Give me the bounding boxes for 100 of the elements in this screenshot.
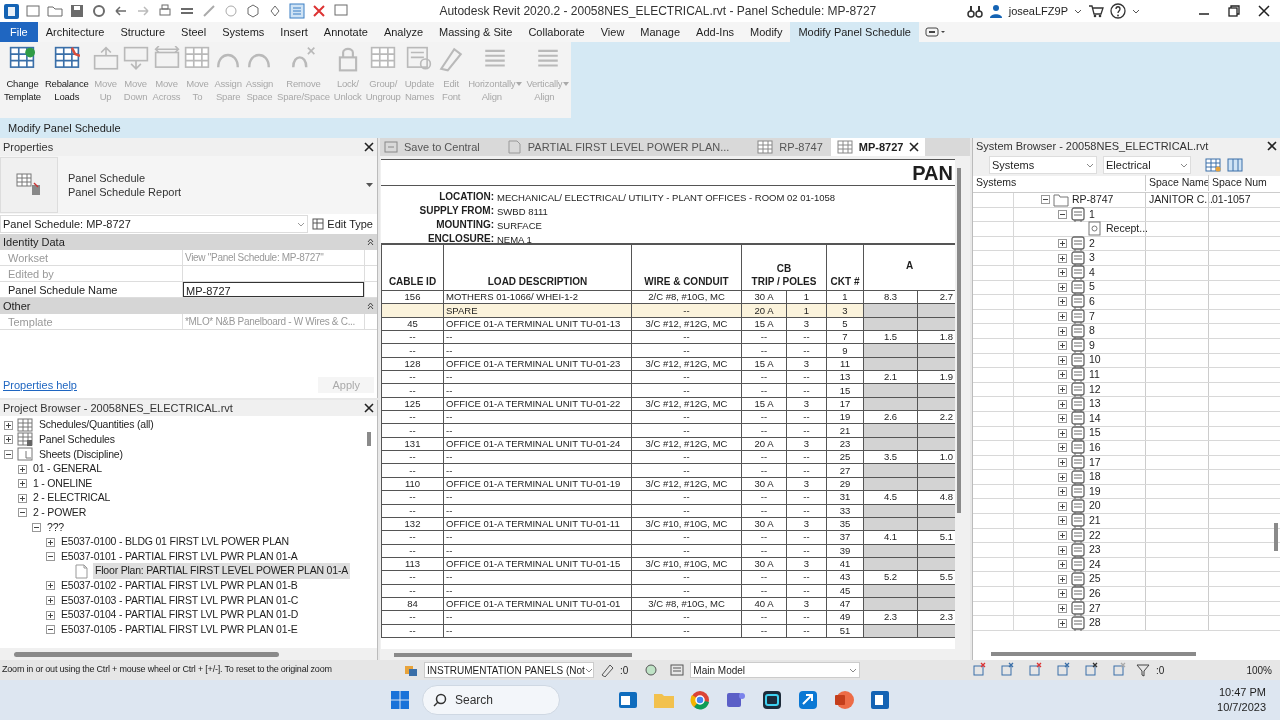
arrow-app-icon[interactable] [797, 689, 819, 711]
plus-box-icon[interactable] [1058, 370, 1067, 380]
ribbon-tab[interactable]: Insert [272, 22, 316, 42]
tree-item[interactable]: 10 [1089, 352, 1101, 369]
document-tab[interactable]: RP-8747 [751, 138, 829, 156]
tree-item[interactable]: 2 [1089, 235, 1095, 252]
collapse-icon[interactable] [367, 302, 374, 310]
filter-icon[interactable] [1136, 663, 1151, 677]
tree-item[interactable]: 23 [1089, 542, 1101, 558]
tree-item[interactable]: 11 [1089, 367, 1100, 383]
tree-item[interactable]: E5037-0102 - PARTIAL FIRST LVL PWR PLAN 01-B [59, 577, 300, 594]
scrollbar[interactable] [367, 432, 371, 446]
workset-dropdown[interactable]: INSTRUMENTATION PANELS (Not [424, 662, 594, 678]
tree-item[interactable]: 2 - ELECTRICAL [31, 490, 113, 507]
plus-box-icon[interactable] [1058, 560, 1067, 570]
plus-box-icon[interactable] [18, 464, 27, 474]
tree-item[interactable]: 24 [1089, 556, 1101, 573]
tree-item[interactable]: E5037-0100 - BLDG 01 FIRST LVL POWER PLAN [59, 534, 291, 550]
plus-box-icon[interactable] [46, 581, 55, 591]
tree-item[interactable]: 22 [1089, 527, 1101, 544]
close-icon[interactable] [364, 403, 374, 413]
column-header[interactable]: Systems [973, 175, 1145, 191]
tree-item[interactable]: 20 [1089, 498, 1101, 515]
envelope-app-icon[interactable] [617, 689, 639, 711]
ribbon-tab[interactable]: Systems [214, 22, 273, 42]
tree-item[interactable]: Floor Plan: PARTIAL FIRST LEVEL POWER PLAN 01-A [93, 563, 350, 580]
plus-box-icon[interactable] [1058, 355, 1067, 365]
tree-item[interactable]: 14 [1089, 410, 1101, 427]
scrollbar[interactable] [14, 651, 279, 657]
plus-box-icon[interactable] [1058, 458, 1067, 467]
minus-box-icon[interactable] [32, 522, 41, 532]
instance-dropdown[interactable]: Panel Schedule: MP-8727 [0, 215, 309, 233]
tree-item[interactable]: Schedules/Quantities (all) [37, 417, 156, 434]
input-field[interactable]: MP-8727 [183, 282, 364, 297]
plus-box-icon[interactable] [1058, 516, 1067, 526]
tree-item[interactable]: E5037-0105 - PARTIAL FIRST LVL PWR PLAN 01-E [59, 621, 300, 638]
plus-box-icon[interactable] [1058, 428, 1067, 438]
table-icon[interactable] [1205, 158, 1221, 172]
ribbon-tab[interactable]: Massing & Site [431, 22, 521, 42]
tree-item[interactable]: 19 [1089, 483, 1101, 500]
tree-item[interactable]: E5037-0103 - PARTIAL FIRST LVL PWR PLAN 01-C [59, 592, 301, 609]
tree-item[interactable]: 7 [1089, 308, 1095, 325]
tree-item[interactable]: 5 [1089, 279, 1095, 296]
tree-item[interactable]: ??? [45, 519, 66, 536]
tree-item[interactable]: 9 [1089, 337, 1095, 354]
caret-icon[interactable] [1132, 8, 1140, 14]
tree-item[interactable]: E5037-0104 - PARTIAL FIRST LVL PWR PLAN 01-D [59, 607, 301, 623]
restore-icon[interactable] [1228, 5, 1240, 17]
plus-box-icon[interactable] [1058, 326, 1067, 336]
plus-box-icon[interactable] [18, 493, 27, 503]
tree-item[interactable]: 26 [1089, 585, 1101, 602]
discipline-dropdown[interactable]: Electrical [1103, 156, 1191, 174]
caret-icon[interactable] [1180, 162, 1188, 168]
scrollbar[interactable] [394, 653, 632, 657]
start-icon[interactable] [390, 690, 410, 710]
plus-box-icon[interactable] [1058, 414, 1067, 424]
app-icon[interactable] [761, 689, 783, 711]
edit-type-button[interactable]: Edit Type [312, 215, 373, 233]
plus-box-icon[interactable] [46, 537, 55, 547]
tree-item[interactable]: 16 [1089, 440, 1101, 456]
search-field[interactable]: Search [422, 685, 560, 715]
plus-box-icon[interactable] [1058, 341, 1067, 351]
minus-box-icon[interactable] [46, 625, 55, 635]
close-icon[interactable] [364, 142, 374, 152]
ribbon-button[interactable]: Change Template [2, 46, 43, 103]
plus-box-icon[interactable] [46, 595, 55, 605]
close-icon[interactable] [1267, 141, 1277, 151]
ribbon-tab[interactable]: Collaborate [520, 22, 593, 42]
plus-box-icon[interactable] [1058, 443, 1067, 453]
design-option-dropdown[interactable]: Main Model [690, 662, 861, 678]
caret-icon[interactable] [366, 183, 373, 187]
circle-icon[interactable] [644, 663, 659, 677]
plus-box-icon[interactable] [1058, 618, 1067, 628]
scrollbar[interactable] [957, 168, 961, 513]
clock-date[interactable]: 10/7/2023 [1217, 700, 1266, 715]
tree-item[interactable]: 4 [1089, 264, 1095, 281]
column-header[interactable]: Space Name [1145, 175, 1208, 191]
tree-item[interactable]: 1 - ONELINE [31, 475, 95, 492]
slides-app-icon[interactable] [833, 689, 855, 711]
plus-box-icon[interactable] [1058, 530, 1067, 540]
ribbon-tab[interactable]: Manage [632, 22, 689, 42]
ribbon-button[interactable]: Rebalance Loads [42, 46, 91, 103]
print-icon[interactable] [157, 3, 173, 19]
tree-item[interactable]: E5037-0101 - PARTIAL FIRST LVL PWR PLAN 01-A [59, 548, 300, 565]
minus-box-icon[interactable] [1041, 195, 1050, 205]
scrollbar[interactable] [991, 652, 1196, 656]
caret-icon[interactable] [584, 667, 593, 673]
help-icon[interactable] [1110, 3, 1126, 19]
tree-item[interactable]: 2 - POWER [31, 505, 89, 521]
plus-box-icon[interactable] [1058, 487, 1067, 497]
column-header[interactable]: Space Num [1208, 175, 1274, 191]
cart-icon[interactable] [1088, 4, 1104, 18]
minus-box-icon[interactable] [4, 450, 13, 459]
tree-item[interactable]: 1 [1089, 206, 1095, 223]
ribbon-tab[interactable]: View [592, 22, 633, 42]
user-icon[interactable] [988, 4, 1003, 18]
user-name[interactable]: joseaLFZ9P [1008, 2, 1068, 20]
caret-icon[interactable] [849, 667, 858, 673]
tree-item[interactable]: 15 [1089, 425, 1101, 442]
plus-box-icon[interactable] [1058, 603, 1067, 613]
